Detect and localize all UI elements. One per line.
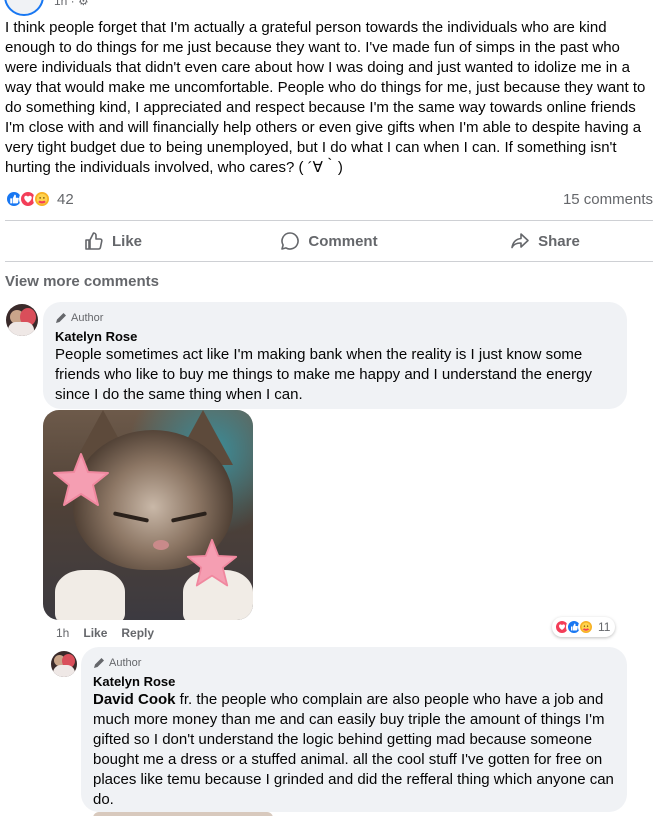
care-reaction-icon [578,619,594,635]
author-badge: Author [55,310,615,326]
share-button-label: Share [538,232,580,250]
comment-icon [281,232,300,250]
comment-reply-button[interactable]: Reply [121,626,154,640]
divider [5,220,653,221]
comment-image-peek[interactable] [93,812,273,816]
share-icon [511,233,529,249]
thumbs-up-icon [85,232,103,250]
comment-text: David Cook fr. the people who complain a… [93,691,614,808]
comment-button-label: Comment [308,232,378,250]
mention-link[interactable]: David Cook [93,691,176,708]
commenter-avatar[interactable] [51,651,77,677]
star-sticker-icon [53,453,109,506]
view-more-comments-link[interactable]: View more comments [5,273,159,290]
post-action-row: Like Comment Share [5,222,653,260]
post-reaction-summary[interactable]: 42 [5,190,74,208]
like-button[interactable]: Like [5,222,221,260]
commenter-avatar[interactable] [6,304,38,336]
comment-meta-row: 1h Like Reply [56,626,154,640]
like-button-label: Like [111,232,142,250]
comment-image-kitten[interactable] [43,410,253,620]
author-badge: Author [93,655,615,671]
post-body-text: I think people forget that I'm actually … [5,19,646,176]
comment-author-name[interactable]: Katelyn Rose [55,328,615,345]
star-sticker-icon [186,538,238,587]
post-reaction-count: 42 [57,190,74,208]
globe-icon: ⚙ [78,0,89,8]
post-reactions-bar: 42 15 comments [5,188,653,210]
reply-comment-bubble: Author Katelyn Rose David Cook fr. the p… [81,647,627,812]
comment-timestamp[interactable]: 1h [56,626,69,640]
comment-reaction-count: 11 [598,620,611,634]
post-author-avatar[interactable] [4,0,44,16]
comment-reaction-summary[interactable]: 11 [552,617,616,637]
comment-bubble: Author Katelyn Rose People sometimes act… [43,302,627,409]
comment-author-name[interactable]: Katelyn Rose [93,673,615,690]
post-comment-count[interactable]: 15 comments [563,191,653,208]
care-reaction-icon [33,190,51,208]
comment-button[interactable]: Comment [221,222,437,260]
post-timestamp[interactable]: 1h · ⚙ [54,0,89,8]
pencil-icon [56,313,66,323]
comment-like-button[interactable]: Like [83,626,107,640]
divider [5,261,653,262]
pencil-icon [94,658,104,668]
share-button[interactable]: Share [437,222,653,260]
comment-text: People sometimes act like I'm making ban… [55,346,592,403]
